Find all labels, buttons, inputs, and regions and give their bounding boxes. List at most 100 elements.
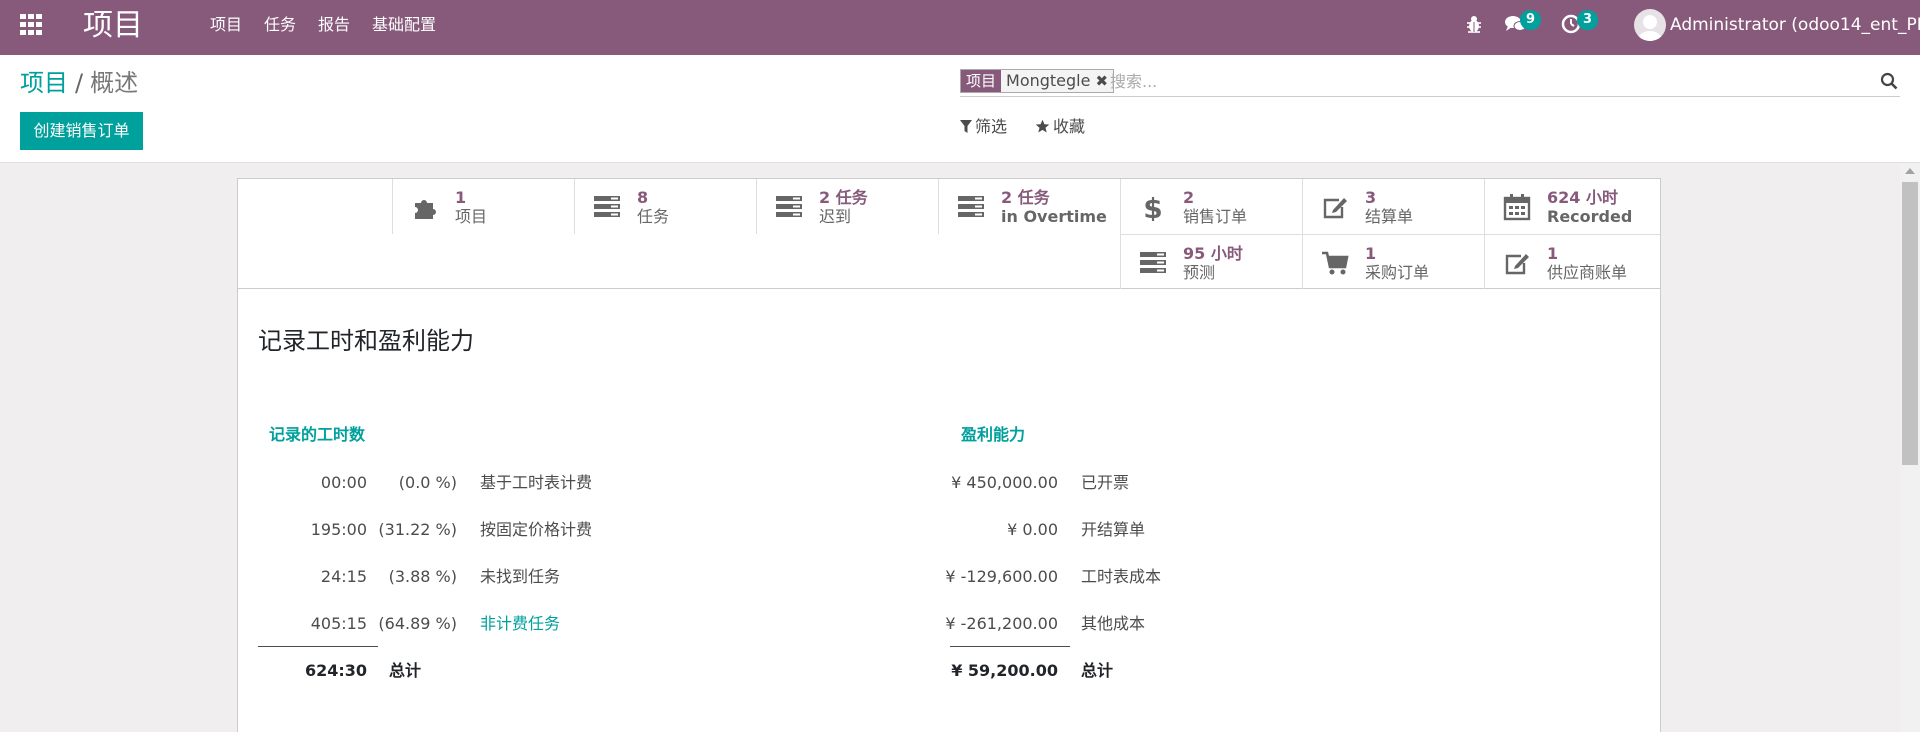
stat-invoices[interactable]: 3 结算单: [1302, 179, 1484, 234]
create-sales-order-button[interactable]: 创建销售订单: [20, 112, 143, 150]
profitability-row: ¥ -261,200.00 其他成本: [938, 613, 1338, 635]
edit-icon: [1323, 198, 1347, 219]
stat-label: 项目: [455, 207, 488, 226]
search-input[interactable]: [1110, 70, 1810, 92]
total-divider: [950, 646, 1070, 647]
stat-label: 任务: [637, 207, 670, 226]
main-menu: 项目 任务 报告 基础配置: [210, 0, 458, 55]
total-label: 总计: [1081, 661, 1114, 680]
page-title: 记录工时和盈利能力: [258, 327, 474, 355]
non-billable-tasks-link[interactable]: 非计费任务: [480, 613, 560, 635]
stat-purchase-orders[interactable]: 1 采购订单: [1302, 234, 1484, 289]
menu-item-configuration[interactable]: 基础配置: [372, 0, 436, 55]
stat-value: 1: [455, 188, 467, 207]
breadcrumb-separator: /: [75, 69, 84, 97]
stat-value: 95 小时: [1183, 244, 1243, 263]
hours-percent: (31.22 %): [378, 520, 457, 539]
breadcrumb: 项目 / 概述: [20, 67, 138, 99]
stat-late-tasks[interactable]: 2 任务 迟到: [756, 179, 938, 234]
chat-count-badge: 9: [1520, 10, 1542, 30]
stat-label: 预测: [1183, 263, 1216, 282]
hours-value: 405:15: [310, 614, 367, 633]
puzzle-icon: [415, 200, 436, 219]
app-brand[interactable]: 项目: [83, 8, 143, 44]
search-bar: 项目 Mongtegle ✖: [960, 67, 1900, 97]
stat-label: in Overtime: [1001, 207, 1107, 226]
edit-icon: [1505, 254, 1529, 275]
activity-count-badge: 3: [1577, 10, 1599, 30]
stat-projects[interactable]: 1 项目: [392, 179, 574, 234]
stat-label: 供应商账单: [1547, 263, 1628, 282]
stat-label: 迟到: [819, 207, 852, 226]
avatar[interactable]: [1634, 9, 1666, 41]
vertical-scrollbar[interactable]: [1900, 164, 1920, 732]
stat-recorded-hours[interactable]: 624 小时 Recorded: [1484, 179, 1660, 234]
stat-value: 624 小时: [1547, 188, 1618, 207]
total-hours: 624:30: [304, 661, 367, 680]
user-menu[interactable]: Administrator (odoo14_ent_PM): [1670, 14, 1920, 36]
calendar-icon: [1503, 194, 1531, 221]
total-label: 总计: [389, 661, 422, 680]
stat-vendor-bills[interactable]: 1 供应商账单: [1484, 234, 1660, 289]
amount-label: 工时表成本: [1081, 567, 1162, 586]
breadcrumb-current: 概述: [90, 69, 139, 97]
scroll-up-arrow-icon[interactable]: [1905, 168, 1915, 174]
tasks-icon: [594, 196, 620, 217]
total-divider: [258, 646, 378, 647]
filter-button[interactable]: 筛选: [960, 117, 1007, 137]
hours-value: 24:15: [320, 567, 367, 586]
stat-label: 结算单: [1365, 207, 1414, 226]
stat-value: 2 任务: [1001, 188, 1050, 207]
stat-value: 1: [1547, 244, 1559, 263]
stat-value: 3: [1365, 188, 1377, 207]
tasks-icon: [958, 196, 984, 217]
profitability-row: ¥ 0.00 开结算单: [938, 519, 1338, 541]
stat-label: Recorded: [1547, 207, 1633, 226]
control-panel: 项目/概述 创建销售订单 项目 Mongtegle ✖ 筛选 收藏: [0, 55, 1920, 163]
tasks-icon: [776, 196, 802, 217]
stat-label: 销售订单: [1183, 207, 1248, 226]
stat-overtime-tasks[interactable]: 2 任务 in Overtime: [938, 179, 1120, 234]
stat-sales-orders[interactable]: $ 2 销售订单: [1120, 179, 1302, 234]
timesheet-row: 405:15 (64.89 %) 非计费任务: [238, 613, 738, 635]
stat-value: 1: [1365, 244, 1377, 263]
stat-value: 8: [637, 188, 649, 207]
overview-sheet: 1 项目 8 任务 2 任务 迟到 2 任务 in Overtime $ 2 销…: [237, 178, 1661, 732]
stat-tasks[interactable]: 8 任务: [574, 179, 756, 234]
amount-label: 开结算单: [1081, 520, 1146, 539]
hours-label: 未找到任务: [480, 567, 561, 586]
amount-label: 已开票: [1081, 473, 1130, 492]
menu-item-reports[interactable]: 报告: [318, 0, 350, 55]
profitability-row: ¥ 450,000.00 已开票: [938, 472, 1338, 494]
bug-icon[interactable]: [1465, 14, 1483, 34]
main-content: 1 项目 8 任务 2 任务 迟到 2 任务 in Overtime $ 2 销…: [0, 164, 1900, 732]
hours-label: 按固定价格计费: [480, 520, 593, 539]
timesheet-row: 195:00 (31.22 %) 按固定价格计费: [238, 519, 738, 541]
stat-forecast[interactable]: 95 小时 预测: [1120, 234, 1302, 289]
hours-percent: (64.89 %): [378, 614, 457, 633]
menu-item-projects[interactable]: 项目: [210, 0, 242, 55]
top-navbar: 项目 项目 任务 报告 基础配置 9 3 Administrator (odoo…: [0, 0, 1920, 55]
filter-label: 筛选: [975, 117, 1008, 136]
favorites-button[interactable]: 收藏: [1035, 117, 1085, 137]
scrollbar-thumb[interactable]: [1902, 182, 1918, 465]
breadcrumb-parent[interactable]: 项目: [20, 69, 68, 97]
favorites-label: 收藏: [1053, 117, 1086, 136]
profitability-row: ¥ -129,600.00 工时表成本: [938, 566, 1338, 588]
profitability-total-row: ¥ 59,200.00 总计: [938, 660, 1338, 682]
tasks-icon: [1140, 252, 1166, 273]
timesheets-heading: 记录的工时数: [269, 425, 366, 444]
stat-buttons: 1 项目 8 任务 2 任务 迟到 2 任务 in Overtime $ 2 销…: [238, 179, 1660, 289]
timesheet-row: 00:00 (0.0 %) 基于工时表计费: [238, 472, 738, 494]
timesheet-row: 24:15 (3.88 %) 未找到任务: [238, 566, 738, 588]
dollar-icon: $: [1143, 193, 1162, 221]
star-icon: [1035, 119, 1050, 133]
hours-percent: (0.0 %): [398, 473, 457, 492]
hours-value: 195:00: [310, 520, 367, 539]
menu-item-tasks[interactable]: 任务: [264, 0, 296, 55]
hours-percent: (3.88 %): [388, 567, 457, 586]
search-facet: 项目 Mongtegle ✖: [960, 69, 1115, 93]
apps-menu-icon[interactable]: [20, 14, 44, 36]
filter-icon: [960, 120, 972, 133]
search-icon[interactable]: [1880, 72, 1898, 90]
